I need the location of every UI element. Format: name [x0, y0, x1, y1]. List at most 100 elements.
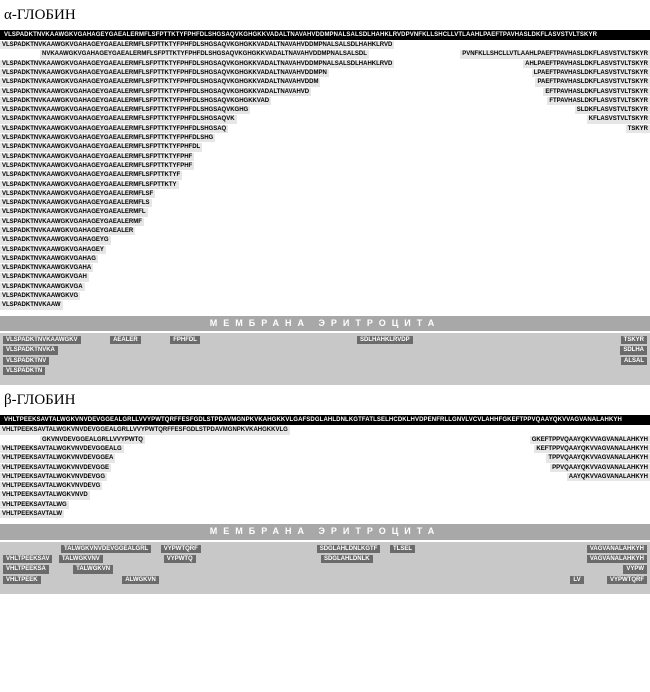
membrane-fragment: VYPW	[623, 565, 647, 573]
fragment-right: EFTPAVHASLDKFLASVSTVLTSKYR	[543, 88, 650, 96]
fragment-row: VLSPADKTNVKAAWGKVGAHAGEYGAEALERMFLSFPTTK…	[0, 60, 650, 68]
beta-membrane-area: TALWGKVNVDEVGGEALGRLVYPWTQRFSDGLAHLDNLKG…	[0, 542, 650, 594]
fragment-right: PPVQAAYQKVVAGVANALAHKYH	[550, 464, 650, 472]
membrane-row: VHLTPEEKALWGKVNLVVYPWTQRF	[3, 576, 647, 584]
fragment-row: VLSPADKTNVKAAW	[0, 301, 650, 309]
membrane-fragment: ALSAL	[621, 357, 647, 365]
fragment-left: VLSPADKTNVKAAWGKVGAHAGEYGAEALERMFLSFPTTK…	[0, 88, 311, 96]
fragment-left: VLSPADKTNVKAAWGKVGAHAGEYGAEALERMFLSFPTTK…	[0, 106, 250, 114]
fragment-row: VLSPADKTNVKAAWGKVGAHAGEY	[0, 246, 650, 254]
fragment-left: VLSPADKTNVKAAWGKVGAHAGEYGAEALERMFLSFPTTK…	[0, 181, 179, 189]
fragment-row: VHLTPEEKSAVTALWG	[0, 501, 650, 509]
fragment-left: VLSPADKTNVKAAWGKVGAHAGEYGAEALERMFLSFPTTK…	[0, 97, 271, 105]
fragment-left: VHLTPEEKSAVTALWGKVNVD	[0, 491, 90, 499]
membrane-row: VLSPADKTN	[3, 367, 647, 375]
fragment-row: VLSPADKTNVKAAWGKVGAHAGEYG	[0, 236, 650, 244]
fragment-row: VLSPADKTNVKAAWGKVGAHAGEYGAEALERMFLSFPTTK…	[0, 181, 650, 189]
fragment-right: PVNFKLLSHCLLVTLAAHLPAEFTPAVHASLDKFLASVST…	[460, 50, 650, 58]
fragment-row: VHLTPEEKSAVTALWGKVNVDEVG	[0, 482, 650, 490]
fragment-left: VLSPADKTNVKAAWGKVGAHAGEYGAEALERMFLSFPTTK…	[0, 125, 228, 133]
fragment-left: VLSPADKTNVKAAWGKVGAHAGEYGAEALERMFLSFPTTK…	[0, 134, 215, 142]
membrane-fragment: FPHFDL	[170, 336, 200, 344]
fragment-left: VHLTPEEKSAVTALWGKVNVDEVGGE	[0, 464, 111, 472]
fragment-row: VHLTPEEKSAVTALWGKVNVDEVGGAAYQKVVAGVANALA…	[0, 473, 650, 481]
fragment-right: LPAEFTPAVHASLDKFLASVSTVLTSKYR	[532, 69, 650, 77]
membrane-row: VHLTPEEKSATALWGKVNVYPW	[3, 565, 647, 573]
membrane-fragment: SDLHA	[620, 346, 647, 354]
fragment-row: VLSPADKTNVKAAWGKVGAHAGEYGAEALERMFLSFPTTK…	[0, 88, 650, 96]
membrane-fragment: VLSPADKTN	[3, 367, 45, 375]
membrane-fragment: VLSPADKTNVKAAWGKV	[3, 336, 81, 344]
fragment-left: VLSPADKTNVKAAWGKVGAHAGEY	[0, 246, 106, 254]
fragment-right: KEFTPPVQAAYQKVVAGVANALAHKYH	[534, 445, 650, 453]
membrane-fragment: TALWGKVNV	[59, 555, 103, 563]
fragment-row: VLSPADKTNVKAAWGKVGAHAG	[0, 255, 650, 263]
alpha-membrane-area: VLSPADKTNVKAAWGKVAEALERFPHFDLSDLHAHKLRVD…	[0, 333, 650, 385]
fragment-row: VLSPADKTNVKAAWGKVGAHAGEYGAEALERMFLSFPTTK…	[0, 125, 650, 133]
alpha-membrane-label: МЕМБРАНА ЭРИТРОЦИТА	[0, 316, 650, 331]
fragment-row: VLSPADKTNVKAAWGKVGAHAGEYGAEALERMFLSFPTTK…	[0, 41, 650, 49]
fragment-left: VHLTPEEKSAVTALWGKVNVDEVGGEALGRLLVVYPWTQR…	[0, 426, 290, 434]
fragment-left: VLSPADKTNVKAAWGKVGAHAG	[0, 255, 98, 263]
fragment-left: VLSPADKTNVKAAWGKVGAHAGEYGAEALERMF	[0, 218, 144, 226]
fragment-row: VHLTPEEKSAVTALWGKVNVDEVGGE PPVQAAYQKVVAGV…	[0, 464, 650, 472]
fragment-row: VLSPADKTNVKAAWGKVGAHAGEYGAEALERMFLSF	[0, 190, 650, 198]
fragment-left: VHLTPEEKSAVTALWGKVNVDEVG	[0, 482, 102, 490]
alpha-fragment-rows: VLSPADKTNVKAAWGKVGAHAGEYGAEALERMFLSFPTTK…	[0, 41, 650, 310]
fragment-row: VLSPADKTNVKAAWGKVGAHAGEYGAEALERMFL	[0, 208, 650, 216]
fragment-row: VLSPADKTNVKAAWGKVG	[0, 292, 650, 300]
membrane-fragment: LV	[570, 576, 583, 584]
membrane-fragment: VAGVANALAHKYH	[587, 555, 647, 563]
membrane-fragment: VLSPADKTNVKA	[3, 346, 58, 354]
fragment-left: VHLTPEEKSAVTALWGKVNVDEVGGEA	[0, 454, 115, 462]
fragment-row: NVKAAWGKVGAHAGEYGAEALERMFLSFPTTKTYFPHFDL…	[0, 50, 650, 58]
membrane-fragment: SDGLAHLDNLKGTF	[317, 545, 381, 553]
fragment-left: VLSPADKTNVKAAWGKVGAHAGEYGAEALERMFLSFPTTK…	[0, 60, 394, 68]
membrane-row: VHLTPEEKSAVTALWGKVNVVYPWTQSDGLAHLDNLKVAG…	[3, 555, 647, 563]
membrane-row: VLSPADKTNVKA SDLHA	[3, 346, 647, 354]
fragment-left: VLSPADKTNVKAAWGKVGAHAGEYGAEALER	[0, 227, 135, 235]
fragment-row: VHLTPEEKSAVTALWGKVNVDEVGGEALGRLLVVYPWTQR…	[0, 426, 650, 434]
fragment-left: VHLTPEEKSAVTALWGKVNVDEVGG	[0, 473, 107, 481]
fragment-left: VHLTPEEKSAVTALWG	[0, 501, 69, 509]
fragment-row: VHLTPEEKSAVTALWGKVNVD	[0, 491, 650, 499]
fragment-left: VLSPADKTNVKAAWGKVGAHAGEYGAEALERMFLSFPTTK…	[0, 171, 182, 179]
figure-root: α-ГЛОБИН VLSPADKTNVKAAWGKVGAHAGEYGAEALER…	[0, 8, 650, 594]
fragment-left: VLSPADKTNVKAAWGKVGAHAGEYGAEALERMFLSFPTTK…	[0, 143, 202, 151]
fragment-right: TPPVQAAYQKVVAGVANALAHKYH	[546, 454, 650, 462]
fragment-row: VHLTPEEKSAVTALW	[0, 510, 650, 518]
fragment-left: VLSPADKTNVKAAWGKVGAHAGEYGAEALERMFLSFPTTK…	[0, 115, 237, 123]
fragment-row: VLSPADKTNVKAAWGKVGAH	[0, 273, 650, 281]
fragment-row: VLSPADKTNVKAAWGKVGAHAGEYGAEALERMFLSFPTTK…	[0, 134, 650, 142]
fragment-row: VLSPADKTNVKAAWGKVGAHAGEYGAEALERMFLSFPTTK…	[0, 153, 650, 161]
fragment-row: VLSPADKTNVKAAWGKVGAHAGEYGAEALERMFLSFPTTK…	[0, 97, 650, 105]
membrane-fragment: TALWGKVN	[73, 565, 113, 573]
membrane-fragment: SDLHAHKLRVDP	[357, 336, 413, 344]
fragment-left: VLSPADKTNVKAAWGKVGAHAGEYGAEALERMFLSFPTTK…	[0, 153, 194, 161]
membrane-fragment: VYPWTQ	[164, 555, 196, 563]
fragment-row: VLSPADKTNVKAAWGKVGAHAGEYGAEALERMFLSFPTTK…	[0, 106, 650, 114]
fragment-row: VLSPADKTNVKAAWGKVGAHAGEYGAEALERMFLSFPTTK…	[0, 162, 650, 170]
membrane-row: VLSPADKTNVKAAWGKVAEALERFPHFDLSDLHAHKLRVD…	[3, 336, 647, 344]
membrane-row: VLSPADKTNVALSAL	[3, 357, 647, 365]
membrane-fragment: VAGVANALAHKYH	[587, 545, 647, 553]
fragment-row: VLSPADKTNVKAAWGKVGAHAGEYGAEALERMFLS	[0, 199, 650, 207]
fragment-row: VLSPADKTNVKAAWGKVGAHAGEYGAEALERMFLSFPTTK…	[0, 69, 650, 77]
fragment-right: TSKYR	[626, 125, 650, 133]
fragment-left: GKVNVDEVGGEALGRLLVVYPWTQ	[40, 436, 145, 444]
fragment-right: FTPAVHASLDKFLASVSTVLTSKYR	[547, 97, 650, 105]
fragment-right: SLDKFLASVSTVLTSKYR	[575, 106, 650, 114]
fragment-left: VLSPADKTNVKAAWGKVGAHAGEYGAEALERMFLSFPTTK…	[0, 78, 320, 86]
membrane-fragment: VYPWTQRF	[607, 576, 647, 584]
fragment-row: GKVNVDEVGGEALGRLLVVYPWTQGKEFTPPVQAAYQKVV…	[0, 436, 650, 444]
fragment-left: VLSPADKTNVKAAWGKVGAHAGEYGAEALERMFLSF	[0, 190, 155, 198]
fragment-row: VLSPADKTNVKAAWGKVGAHAGEYGAEALERMFLSFPTTK…	[0, 171, 650, 179]
fragment-left: NVKAAWGKVGAHAGEYGAEALERMFLSFPTTKTYFPHFDL…	[40, 50, 369, 58]
fragment-left: VLSPADKTNVKAAWGKVGAHA	[0, 264, 93, 272]
fragment-row: VLSPADKTNVKAAWGKVGAHAGEYGAEALERMFLSFPTTK…	[0, 78, 650, 86]
fragment-left: VLSPADKTNVKAAWGKVGA	[0, 283, 85, 291]
fragment-left: VLSPADKTNVKAAWGKVGAHAGEYGAEALERMFLSFPTTK…	[0, 69, 329, 77]
fragment-row: VHLTPEEKSAVTALWGKVNVDEVGGEALGKEFTPPVQAAY…	[0, 445, 650, 453]
membrane-fragment: ALWGKVN	[122, 576, 159, 584]
fragment-right: PAEFTPAVHASLDKFLASVSTVLTSKYR	[535, 78, 650, 86]
